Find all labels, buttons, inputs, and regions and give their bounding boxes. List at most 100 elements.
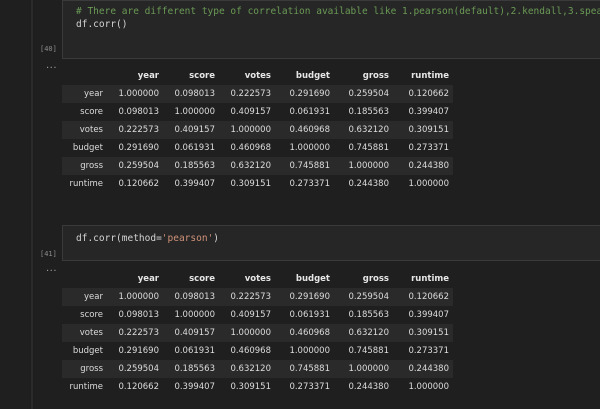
execution-count: [40]	[40, 45, 57, 53]
table-cell: 0.061931	[174, 143, 215, 153]
table-cell: 0.399407	[174, 179, 215, 189]
row-label: score	[80, 107, 103, 117]
table-row: gross 0.259504 0.185563 0.632120 0.74588…	[62, 360, 453, 378]
table-cell: 0.120662	[408, 292, 449, 302]
column-header: votes	[244, 274, 271, 284]
column-header: score	[189, 274, 215, 284]
table-row: runtime 0.120662 0.399407 0.309151 0.273…	[62, 175, 453, 193]
table-row: budget 0.291690 0.061931 0.460968 1.0000…	[62, 342, 453, 360]
table-cell: 0.632120	[230, 161, 271, 171]
table-cell: 0.632120	[230, 364, 271, 374]
table-cell: 0.222573	[118, 125, 159, 135]
table-cell: 0.244380	[348, 382, 389, 392]
table-header-row: year score votes budget gross runtime	[62, 270, 453, 288]
table-cell: 0.291690	[289, 89, 330, 99]
column-header: year	[137, 71, 159, 81]
table-cell: 0.399407	[174, 382, 215, 392]
table-cell: 0.061931	[289, 310, 330, 320]
table-cell: 0.409157	[174, 125, 215, 135]
code-line: df.corr()	[76, 19, 128, 30]
row-label: gross	[80, 364, 103, 374]
table-cell: 0.098013	[174, 292, 215, 302]
table-cell: 1.000000	[118, 292, 159, 302]
table-cell: 0.222573	[230, 89, 271, 99]
code-cell-1[interactable]: # There are different type of correlatio…	[62, 0, 600, 59]
table-cell: 0.409157	[230, 107, 271, 117]
row-label: gross	[80, 161, 103, 171]
column-header: score	[189, 71, 215, 81]
table-cell: 0.222573	[118, 328, 159, 338]
row-label: score	[80, 310, 103, 320]
table-cell: 1.000000	[230, 328, 271, 338]
table-cell: 0.409157	[174, 328, 215, 338]
table-cell: 0.409157	[230, 310, 271, 320]
column-header: runtime	[411, 71, 449, 81]
table-row: runtime 0.120662 0.399407 0.309151 0.273…	[62, 378, 453, 396]
column-header: gross	[362, 274, 389, 284]
dataframe-output-1: year score votes budget gross runtime ye…	[62, 67, 453, 193]
table-cell: 0.273371	[289, 179, 330, 189]
table-cell: 0.309151	[230, 382, 271, 392]
column-header: gross	[362, 71, 389, 81]
table-cell: 0.745881	[289, 161, 330, 171]
table-cell: 0.061931	[289, 107, 330, 117]
table-cell: 0.399407	[408, 107, 449, 117]
table-cell: 0.309151	[408, 125, 449, 135]
table-cell: 0.273371	[289, 382, 330, 392]
table-cell: 1.000000	[230, 125, 271, 135]
table-row: score 0.098013 1.000000 0.409157 0.06193…	[62, 103, 453, 121]
code-string: 'pearson'	[161, 233, 214, 244]
table-cell: 0.460968	[230, 143, 271, 153]
row-label: budget	[72, 143, 103, 153]
table-cell: 1.000000	[289, 143, 330, 153]
table-cell: 0.185563	[174, 364, 215, 374]
table-cell: 1.000000	[174, 310, 215, 320]
table-cell: 0.745881	[289, 364, 330, 374]
table-cell: 0.460968	[289, 125, 330, 135]
index-header	[62, 67, 107, 85]
row-label: votes	[79, 125, 103, 135]
table-row: score 0.098013 1.000000 0.409157 0.06193…	[62, 306, 453, 324]
table-cell: 0.185563	[348, 107, 389, 117]
table-cell: 0.259504	[348, 292, 389, 302]
column-header: runtime	[411, 274, 449, 284]
table-cell: 0.061931	[174, 346, 215, 356]
table-cell: 0.399407	[408, 310, 449, 320]
table-row: votes 0.222573 0.409157 1.000000 0.46096…	[62, 121, 453, 139]
table-cell: 1.000000	[408, 179, 449, 189]
table-cell: 0.120662	[118, 382, 159, 392]
code-cell-2[interactable]: df.corr(method='pearson')	[62, 225, 600, 261]
table-cell: 0.098013	[174, 89, 215, 99]
table-cell: 0.273371	[408, 346, 449, 356]
table-cell: 1.000000	[408, 382, 449, 392]
table-cell: 0.098013	[118, 310, 159, 320]
table-header-row: year score votes budget gross runtime	[62, 67, 453, 85]
table-cell: 0.185563	[348, 310, 389, 320]
table-cell: 1.000000	[174, 107, 215, 117]
code-line: df.corr(method=	[76, 233, 162, 244]
cell-gutter-bar	[31, 0, 33, 409]
code-comment: # There are different type of correlatio…	[76, 6, 600, 17]
index-header	[62, 270, 107, 288]
table-cell: 0.259504	[118, 364, 159, 374]
table-cell: 0.259504	[348, 89, 389, 99]
table-cell: 0.291690	[289, 292, 330, 302]
dataframe-output-2: year score votes budget gross runtime ye…	[62, 270, 453, 396]
table-cell: 1.000000	[348, 364, 389, 374]
table-cell: 0.098013	[118, 107, 159, 117]
row-label: runtime	[69, 382, 103, 392]
output-collapse-toggle[interactable]: ...	[46, 263, 57, 274]
code-line-suffix: )	[213, 233, 220, 244]
row-label: votes	[79, 328, 103, 338]
table-cell: 0.291690	[118, 143, 159, 153]
table-cell: 1.000000	[289, 346, 330, 356]
output-collapse-toggle[interactable]: ...	[46, 60, 57, 71]
table-cell: 0.244380	[408, 161, 449, 171]
table-row: year 1.000000 0.098013 0.222573 0.291690…	[62, 85, 453, 103]
table-cell: 0.460968	[230, 346, 271, 356]
column-header: budget	[295, 71, 330, 81]
column-header: budget	[295, 274, 330, 284]
table-cell: 0.259504	[118, 161, 159, 171]
column-header: year	[137, 274, 159, 284]
table-cell: 0.291690	[118, 346, 159, 356]
